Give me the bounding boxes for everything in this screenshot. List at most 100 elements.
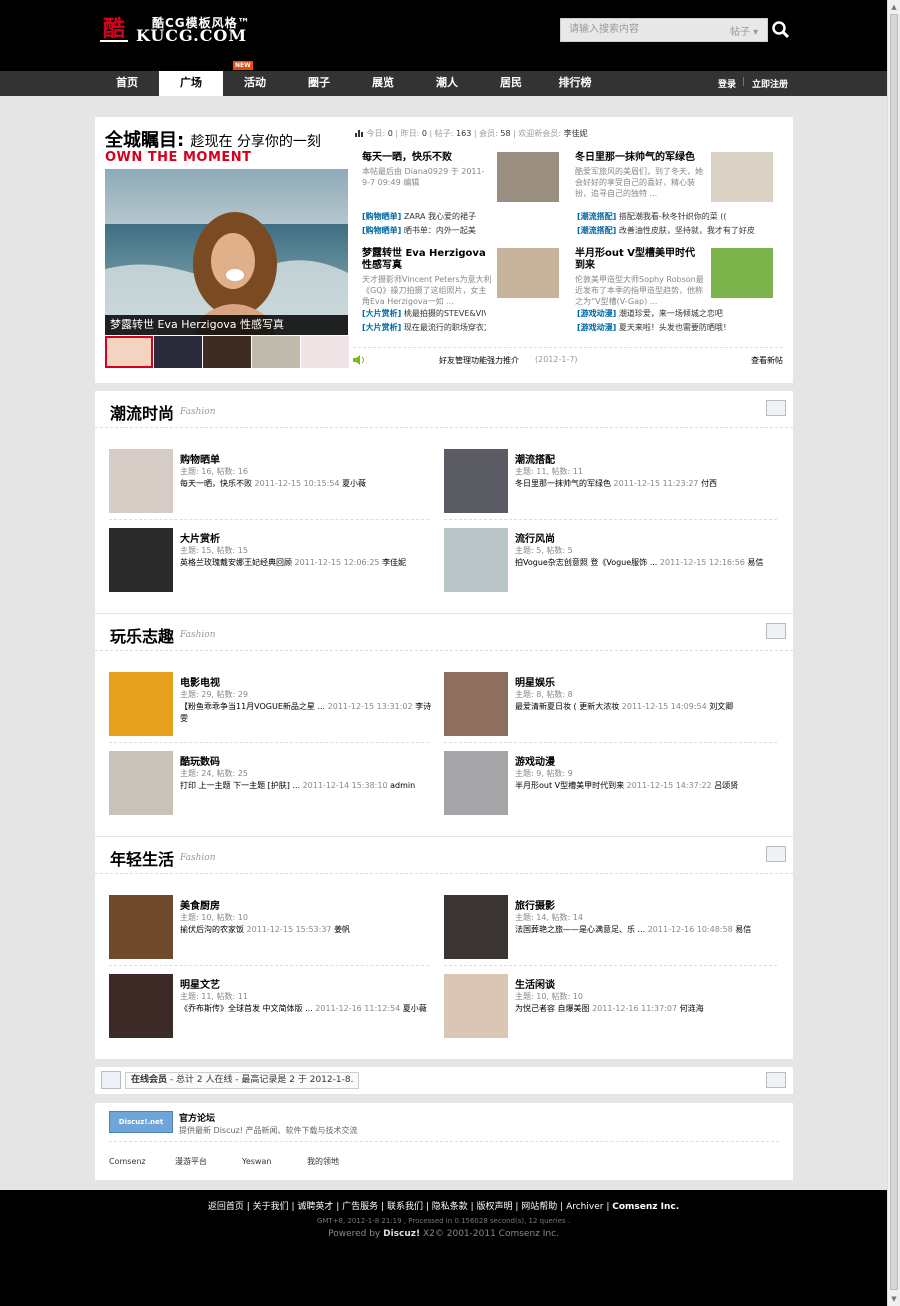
forum-icon[interactable]: [109, 672, 173, 736]
last-post-link[interactable]: 为悦己者容 自爆美图: [515, 1004, 590, 1013]
hot-link-2[interactable]: [购物晒单] 晒书单：内外一起美: [362, 225, 486, 236]
footer-link[interactable]: 隐私条款: [432, 1202, 468, 1212]
hot-link-text[interactable]: ZARA 我心爱的裙子: [404, 212, 476, 221]
last-post-link[interactable]: 英格兰玫瑰戴安娜王妃经典回顾: [180, 558, 292, 567]
search-button[interactable]: [768, 18, 793, 42]
last-post-link[interactable]: 半月形out V型槽美甲时代到来: [515, 781, 624, 790]
hot-link-tag[interactable]: [潮流搭配]: [577, 212, 616, 221]
forum-name[interactable]: 旅行摄影: [515, 897, 555, 912]
official-forum-title[interactable]: 官方论坛: [179, 1111, 215, 1124]
article-thumb[interactable]: [711, 248, 773, 298]
forum-item[interactable]: 酷玩数码 主题: 24, 帖数: 25 打印 上一主题 下一主题 [护肤] ..…: [109, 751, 429, 815]
article-thumb[interactable]: [711, 152, 773, 202]
forum-item[interactable]: 流行风尚 主题: 5, 帖数: 5 拍Vogue杂志创意照 登《Vogue服饰 …: [444, 528, 764, 592]
footer-link[interactable]: 关于我们: [253, 1202, 289, 1212]
forum-name[interactable]: 美食厨房: [180, 897, 220, 912]
last-post-link[interactable]: 每天一晒，快乐不败: [180, 479, 252, 488]
nav-circle[interactable]: 圈子: [287, 71, 351, 96]
forum-name[interactable]: 明星文艺: [180, 976, 220, 991]
forum-item[interactable]: 大片赏析 主题: 15, 帖数: 15 英格兰玫瑰戴安娜王妃经典回顾 2011-…: [109, 528, 429, 592]
forum-item[interactable]: 旅行摄影 主题: 14, 帖数: 14 法国葬艳之旅——是心满意足、乐 ... …: [444, 895, 764, 959]
scrollbar-thumb[interactable]: [890, 14, 898, 1290]
last-post-user[interactable]: 刘文卿: [709, 702, 733, 711]
last-post-link[interactable]: 《乔布斯传》全球首发 中文简体版 ...: [180, 1004, 313, 1013]
forum-item[interactable]: 电影电视 主题: 29, 帖数: 29 【粉鱼乖乖争当11月VOGUE新品之星 …: [109, 672, 431, 736]
section-title[interactable]: 玩乐志趣: [110, 623, 174, 647]
hot-link-5[interactable]: [大片赏析] 桃最拍摄的STEVE&VIVIAN2011复古风: [362, 308, 486, 319]
section-title[interactable]: 潮流时尚: [110, 400, 174, 424]
nav-home[interactable]: 首页: [95, 71, 159, 96]
notice-link[interactable]: 好友管理功能强力推介: [439, 355, 519, 366]
forum-item[interactable]: 潮流搭配 主题: 11, 帖数: 11 冬日里那一抹帅气的军绿色 2011-12…: [444, 449, 764, 513]
last-post-link[interactable]: 最爱清新夏日妆 ( 更新大浓妆: [515, 702, 619, 711]
hero-thumb-4[interactable]: [252, 336, 300, 368]
hot-link-text[interactable]: 搭配潮我看-秋冬针织你的菜 ((: [619, 212, 727, 221]
forum-item[interactable]: 购物晒单 主题: 16, 帖数: 16 每天一晒，快乐不败 2011-12-15…: [109, 449, 429, 513]
newest-member-link[interactable]: 李佳妮: [564, 129, 588, 138]
hot-link-1[interactable]: [购物晒单] ZARA 我心爱的裙子: [362, 211, 486, 222]
footer-link[interactable]: 诚聘英才: [297, 1202, 333, 1212]
forum-icon[interactable]: [444, 974, 508, 1038]
forum-icon[interactable]: [444, 751, 508, 815]
scroll-up-arrow-icon[interactable]: ▲: [890, 3, 898, 11]
forum-icon[interactable]: [109, 974, 173, 1038]
forum-icon[interactable]: [109, 528, 173, 592]
hot-link-tag[interactable]: [潮流搭配]: [577, 226, 616, 235]
hero-thumb-1[interactable]: [105, 336, 153, 368]
hero-article-3[interactable]: 梦露转世 Eva Herzigova 性感写真 天才摄影师Vincent Pet…: [362, 248, 567, 307]
hero-thumb-3[interactable]: [203, 336, 251, 368]
page-scrollbar[interactable]: ▲ ▼: [887, 0, 900, 1306]
friend-link-comsenz[interactable]: Comsenz: [109, 1157, 146, 1166]
forum-icon[interactable]: [444, 672, 508, 736]
forum-icon[interactable]: [444, 895, 508, 959]
footer-link[interactable]: 版权声明: [477, 1202, 513, 1212]
calendar-icon[interactable]: [101, 1071, 121, 1089]
last-post-user[interactable]: 夏小薇: [403, 1004, 427, 1013]
hot-link-tag[interactable]: [大片赏析]: [362, 323, 401, 332]
forum-name[interactable]: 生活闲谈: [515, 976, 555, 991]
hot-link-7[interactable]: [游戏动漫] 潮道珍爱，来一场倾城之恋吧: [577, 308, 769, 319]
grid-view-icon[interactable]: [766, 623, 786, 639]
hot-link-tag[interactable]: [大片赏析]: [362, 309, 401, 318]
hot-link-text[interactable]: 现在最流行的职场穿衣方法: [404, 323, 486, 332]
forum-icon[interactable]: [109, 895, 173, 959]
view-new-posts-link[interactable]: 查看新帖: [751, 355, 783, 366]
last-post-link[interactable]: 法国葬艳之旅——是心满意足、乐 ...: [515, 925, 645, 934]
discuz-link[interactable]: Discuz!: [383, 1229, 420, 1239]
forum-name[interactable]: 电影电视: [180, 674, 220, 689]
article-title[interactable]: 梦露转世 Eva Herzigova 性感写真: [362, 248, 487, 272]
nav-activity[interactable]: 活动: [223, 71, 287, 96]
last-post-user[interactable]: 姜帆: [334, 925, 350, 934]
hero-thumb-2[interactable]: [154, 336, 202, 368]
footer-link[interactable]: 网站帮助: [521, 1202, 557, 1212]
hero-article-2[interactable]: 冬日里那一抹帅气的军绿色 酷爱军旅风的美眉们，到了冬天，她会好好的享受自己的喜好…: [575, 152, 780, 202]
hot-link-text[interactable]: 桃最拍摄的STEVE&VIVIAN2011复古风: [404, 309, 486, 318]
scroll-down-arrow-icon[interactable]: ▼: [890, 1295, 898, 1303]
last-post-user[interactable]: 夏小薇: [342, 479, 366, 488]
forum-name[interactable]: 游戏动漫: [515, 753, 555, 768]
last-post-user[interactable]: 吕颂贤: [714, 781, 738, 790]
forum-name[interactable]: 购物晒单: [180, 451, 220, 466]
forum-name[interactable]: 酷玩数码: [180, 753, 220, 768]
forum-item[interactable]: 美食厨房 主题: 10, 帖数: 10 揄伏后沟的农家饭 2011-12-15 …: [109, 895, 429, 959]
nav-exhibition[interactable]: 展览: [351, 71, 415, 96]
hot-link-4[interactable]: [潮流搭配] 改善油性皮肤，坚持就，我才有了好皮: [577, 225, 769, 236]
last-post-user[interactable]: 李佳妮: [382, 558, 406, 567]
forum-icon[interactable]: [444, 528, 508, 592]
hero-slide-image[interactable]: [105, 169, 348, 335]
hot-link-tag[interactable]: [游戏动漫]: [577, 323, 616, 332]
footer-link[interactable]: 返回首页: [208, 1202, 244, 1212]
forum-name[interactable]: 流行风尚: [515, 530, 555, 545]
forum-icon[interactable]: [109, 449, 173, 513]
hot-link-text[interactable]: 晒书单：内外一起美: [404, 226, 476, 235]
register-link[interactable]: 立即注册: [752, 77, 788, 90]
grid-view-icon[interactable]: [766, 846, 786, 862]
nav-ranking[interactable]: 排行榜: [543, 71, 607, 96]
nav-residents[interactable]: 居民: [479, 71, 543, 96]
login-link[interactable]: 登录: [718, 77, 736, 90]
forum-icon[interactable]: [444, 449, 508, 513]
online-members-link[interactable]: 在线会员: [131, 1075, 167, 1085]
hot-link-tag[interactable]: [游戏动漫]: [577, 309, 616, 318]
site-logo-en[interactable]: KUCG.COM: [136, 26, 247, 45]
forum-item[interactable]: 明星文艺 主题: 11, 帖数: 11 《乔布斯传》全球首发 中文简体版 ...…: [109, 974, 429, 1038]
